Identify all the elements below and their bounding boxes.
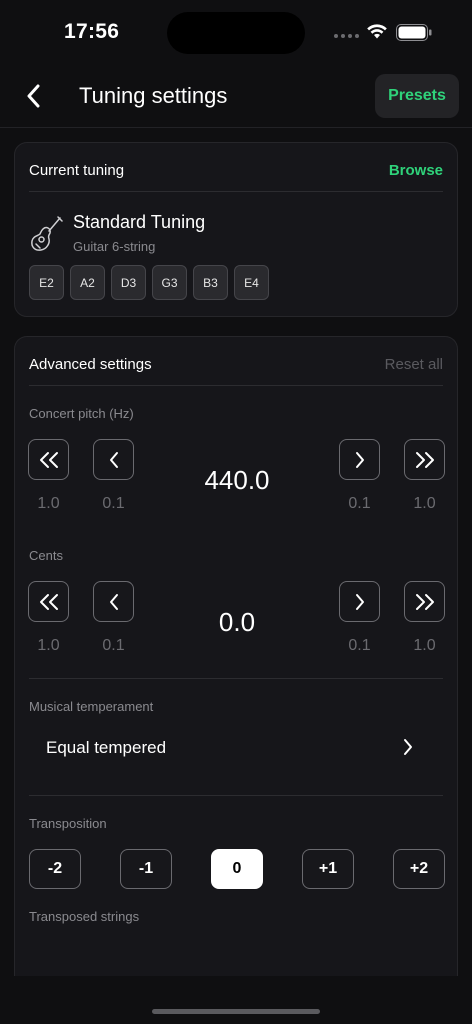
current-tuning-header: Current tuning Browse — [29, 143, 443, 192]
concert-pitch-label: Concert pitch (Hz) — [29, 406, 134, 421]
string-chip: E2 — [29, 265, 64, 300]
advanced-settings-card: Advanced settings Reset all Concert pitc… — [14, 336, 458, 976]
pitch-decrease-small-button[interactable] — [93, 439, 134, 480]
double-chevron-left-icon — [39, 451, 58, 468]
presets-button[interactable]: Presets — [375, 74, 459, 118]
cents-decrease-large-button[interactable] — [28, 581, 69, 622]
cents-value: 0.0 — [218, 607, 256, 637]
step-amount: 0.1 — [102, 637, 125, 654]
guitar-icon — [31, 216, 63, 251]
temperament-label: Musical temperament — [29, 699, 154, 714]
tuning-subtitle: Guitar 6-string — [73, 239, 156, 254]
divider — [29, 795, 443, 796]
advanced-settings-header: Advanced settings Reset all — [29, 337, 443, 386]
home-indicator[interactable] — [152, 1009, 320, 1014]
cents-label: Cents — [29, 548, 63, 563]
temperament-value: Equal tempered — [46, 738, 167, 757]
transpose-minus-2-button[interactable]: -2 — [29, 849, 81, 889]
transpose-0-button[interactable]: 0 — [211, 849, 263, 889]
step-amount: 1.0 — [37, 495, 60, 512]
string-chip: D3 — [111, 265, 146, 300]
cents-decrease-small-button[interactable] — [93, 581, 134, 622]
chevron-right-icon — [355, 451, 364, 468]
dynamic-island — [167, 12, 305, 54]
double-chevron-left-icon — [39, 593, 58, 610]
temperament-row[interactable]: Equal tempered — [15, 719, 457, 775]
status-time: 17:56 — [64, 20, 120, 43]
concert-pitch-value: 440.0 — [204, 465, 270, 495]
string-chip: G3 — [152, 265, 187, 300]
transpose-plus-2-button[interactable]: +2 — [393, 849, 445, 889]
nav-bar: Tuning settings Presets — [0, 64, 472, 128]
chevron-left-icon — [109, 451, 118, 468]
back-chevron-icon — [27, 84, 40, 108]
tuning-name: Standard Tuning — [73, 212, 206, 232]
signal-dots-icon — [334, 34, 359, 38]
pitch-increase-large-button[interactable] — [404, 439, 445, 480]
pitch-increase-small-button[interactable] — [339, 439, 380, 480]
string-chip: A2 — [70, 265, 105, 300]
double-chevron-right-icon — [415, 593, 434, 610]
reset-all-button[interactable]: Reset all — [385, 356, 443, 373]
step-amount: 0.1 — [348, 495, 371, 512]
double-chevron-right-icon — [415, 451, 434, 468]
status-bar: 17:56 — [0, 0, 472, 64]
step-amount: 1.0 — [413, 495, 436, 512]
string-chip: B3 — [193, 265, 228, 300]
current-tuning-label: Current tuning — [29, 162, 125, 179]
cents-increase-large-button[interactable] — [404, 581, 445, 622]
transpose-plus-1-button[interactable]: +1 — [302, 849, 354, 889]
chevron-right-icon — [404, 739, 412, 755]
advanced-settings-label: Advanced settings — [29, 356, 152, 373]
step-amount: 0.1 — [102, 495, 125, 512]
transposition-label: Transposition — [29, 816, 107, 831]
pitch-decrease-large-button[interactable] — [28, 439, 69, 480]
string-chip: E4 — [234, 265, 269, 300]
back-button[interactable] — [18, 80, 48, 112]
divider — [29, 678, 443, 679]
browse-button[interactable]: Browse — [389, 162, 443, 179]
transpose-minus-1-button[interactable]: -1 — [120, 849, 172, 889]
step-amount: 1.0 — [413, 637, 436, 654]
battery-icon — [396, 24, 432, 41]
step-amount: 0.1 — [348, 637, 371, 654]
chevron-left-icon — [109, 593, 118, 610]
transposition-selector: -2 -1 0 +1 +2 — [29, 849, 445, 889]
page-title: Tuning settings — [79, 83, 228, 108]
wifi-icon — [367, 24, 387, 39]
cents-increase-small-button[interactable] — [339, 581, 380, 622]
step-amount: 1.0 — [37, 637, 60, 654]
current-tuning-card: Current tuning Browse Standard Tuning Gu… — [14, 142, 458, 317]
string-notes: E2 A2 D3 G3 B3 E4 — [29, 265, 269, 300]
chevron-right-icon — [355, 593, 364, 610]
transposed-strings-label: Transposed strings — [29, 909, 140, 924]
